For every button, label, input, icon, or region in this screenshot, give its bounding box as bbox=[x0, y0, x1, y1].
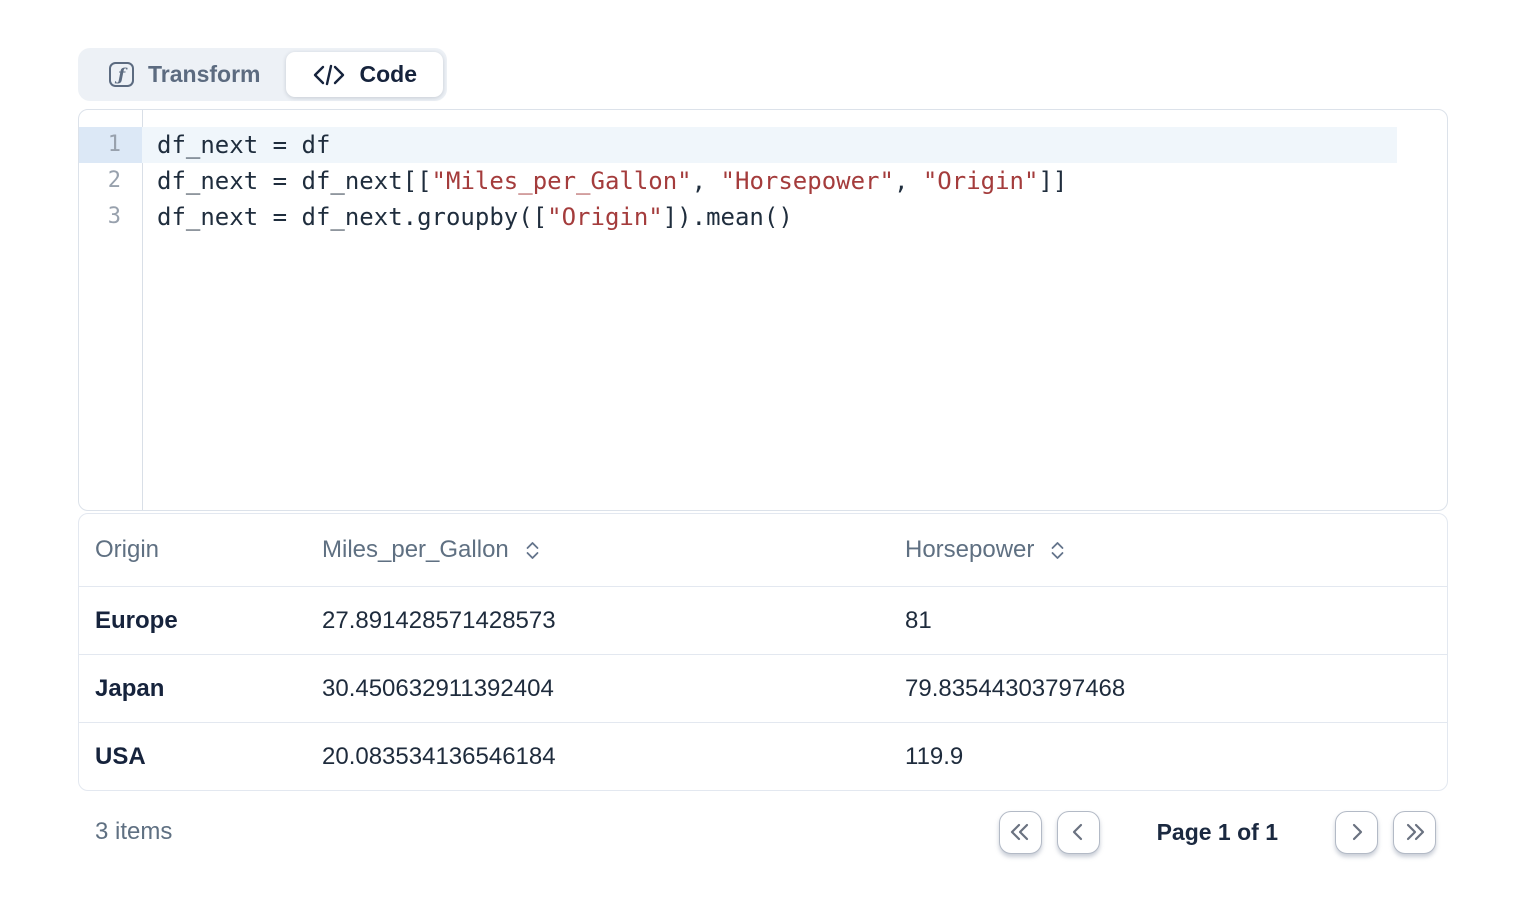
code-line-content[interactable]: df_next = df bbox=[142, 127, 1397, 163]
table-row[interactable]: USA 20.083534136546184 119.9 bbox=[79, 722, 1447, 790]
svg-text:ƒ: ƒ bbox=[114, 66, 128, 86]
code-token: , bbox=[692, 167, 721, 195]
column-label: Horsepower bbox=[905, 536, 1034, 564]
sort-updown-icon[interactable] bbox=[524, 540, 541, 561]
tab-transform-label: Transform bbox=[148, 61, 260, 88]
chevron-right-icon bbox=[1345, 820, 1369, 844]
miles-per-gallon-cell: 27.891428571428573 bbox=[322, 607, 905, 635]
table-row[interactable]: Japan 30.450632911392404 79.835443037974… bbox=[79, 654, 1447, 722]
line-number: 3 bbox=[79, 199, 142, 235]
column-label: Miles_per_Gallon bbox=[322, 536, 509, 564]
chevrons-right-icon bbox=[1403, 820, 1427, 844]
table-footer: 3 items Page 1 of 1 bbox=[78, 801, 1448, 863]
chevrons-left-icon bbox=[1008, 820, 1032, 844]
code-token: ]] bbox=[1038, 167, 1067, 195]
data-wrangler-panel: ƒ Transform Code 1 df_next = df 2 df bbox=[78, 48, 1448, 863]
row-index-cell: Europe bbox=[79, 607, 322, 635]
column-header-origin: Origin bbox=[79, 536, 322, 564]
tab-code[interactable]: Code bbox=[286, 52, 443, 97]
miles-per-gallon-cell: 30.450632911392404 bbox=[322, 675, 905, 703]
code-line-3[interactable]: 3 df_next = df_next.groupby(["Origin"]).… bbox=[79, 199, 1447, 235]
table-row[interactable]: Europe 27.891428571428573 81 bbox=[79, 586, 1447, 654]
row-index-cell: USA bbox=[79, 743, 322, 771]
sort-updown-icon[interactable] bbox=[1049, 540, 1066, 561]
result-table: Origin Miles_per_Gallon Horsepower bbox=[78, 513, 1448, 791]
table-header-row: Origin Miles_per_Gallon Horsepower bbox=[79, 514, 1447, 586]
function-icon: ƒ bbox=[108, 61, 135, 88]
code-line-content[interactable]: df_next = df_next[["Miles_per_Gallon", "… bbox=[142, 163, 1397, 199]
row-index-cell: Japan bbox=[79, 675, 322, 703]
column-label: Origin bbox=[95, 536, 159, 564]
column-header-miles-per-gallon[interactable]: Miles_per_Gallon bbox=[322, 536, 905, 564]
code-editor[interactable]: 1 df_next = df 2 df_next = df_next[["Mil… bbox=[78, 109, 1448, 511]
tab-code-label: Code bbox=[359, 61, 417, 88]
code-token: df_next = df bbox=[157, 131, 330, 159]
prev-page-button[interactable] bbox=[1057, 811, 1100, 854]
code-line-2[interactable]: 2 df_next = df_next[["Miles_per_Gallon",… bbox=[79, 163, 1447, 199]
code-token: df_next = df_next[[ bbox=[157, 167, 432, 195]
code-line-content[interactable]: df_next = df_next.groupby(["Origin"]).me… bbox=[142, 199, 1397, 235]
next-page-button[interactable] bbox=[1335, 811, 1378, 854]
string-token: "Horsepower" bbox=[721, 167, 894, 195]
horsepower-cell: 81 bbox=[905, 607, 1447, 635]
horsepower-cell: 79.83544303797468 bbox=[905, 675, 1447, 703]
code-token: df_next = df_next.groupby([ bbox=[157, 203, 547, 231]
last-page-button[interactable] bbox=[1393, 811, 1436, 854]
horsepower-cell: 119.9 bbox=[905, 743, 1447, 771]
code-token: , bbox=[894, 167, 923, 195]
code-line-1[interactable]: 1 df_next = df bbox=[79, 127, 1447, 163]
tab-transform[interactable]: ƒ Transform bbox=[82, 52, 286, 97]
first-page-button[interactable] bbox=[999, 811, 1042, 854]
string-token: "Origin" bbox=[547, 203, 663, 231]
code-token: ]).mean() bbox=[663, 203, 793, 231]
pagination: Page 1 of 1 bbox=[999, 811, 1436, 854]
code-icon bbox=[312, 63, 346, 87]
chevron-left-icon bbox=[1066, 820, 1090, 844]
page-indicator: Page 1 of 1 bbox=[1157, 819, 1278, 846]
view-tabbar: ƒ Transform Code bbox=[78, 48, 447, 101]
column-header-horsepower[interactable]: Horsepower bbox=[905, 536, 1447, 564]
string-token: "Miles_per_Gallon" bbox=[432, 167, 692, 195]
line-number: 2 bbox=[79, 163, 142, 199]
miles-per-gallon-cell: 20.083534136546184 bbox=[322, 743, 905, 771]
string-token: "Origin" bbox=[923, 167, 1039, 195]
line-number: 1 bbox=[79, 127, 142, 163]
items-count: 3 items bbox=[95, 818, 172, 846]
